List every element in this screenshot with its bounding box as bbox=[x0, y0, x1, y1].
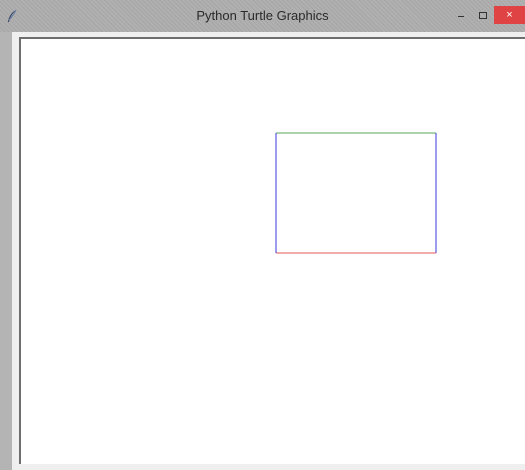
turtle-drawing bbox=[275, 132, 437, 254]
close-icon: × bbox=[506, 9, 513, 21]
window-title: Python Turtle Graphics bbox=[196, 8, 329, 23]
turtle-canvas[interactable] bbox=[19, 37, 525, 464]
turtle-window: Python Turtle Graphics × bbox=[0, 0, 525, 470]
close-button[interactable]: × bbox=[494, 6, 525, 24]
title-bar[interactable]: Python Turtle Graphics × bbox=[0, 0, 525, 32]
maximize-icon bbox=[479, 11, 487, 19]
minimize-icon bbox=[458, 15, 464, 17]
maximize-button[interactable] bbox=[474, 6, 492, 24]
window-frame bbox=[12, 32, 525, 470]
minimize-button[interactable] bbox=[452, 6, 470, 24]
